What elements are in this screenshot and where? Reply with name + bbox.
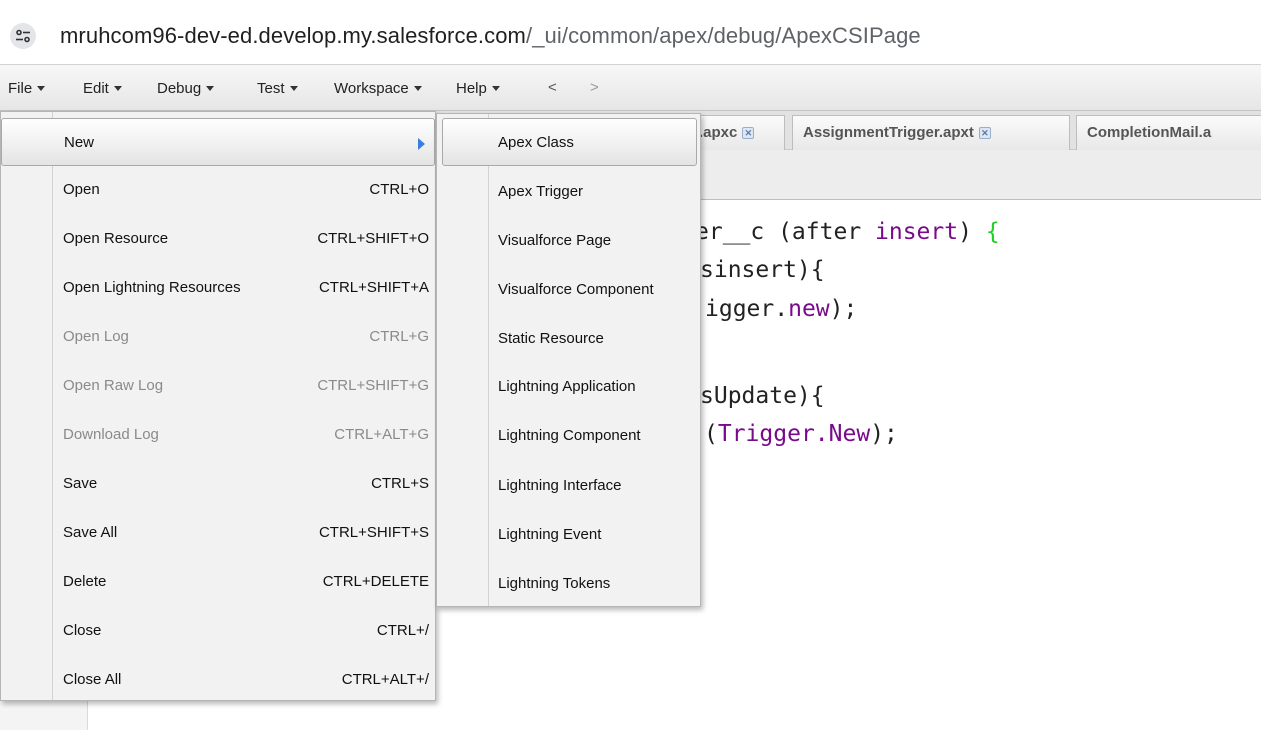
chevron-down-icon bbox=[113, 85, 122, 91]
menu-workspace-label: Workspace bbox=[334, 80, 409, 97]
submenu-item-lightning-event[interactable]: Lightning Event bbox=[437, 511, 700, 559]
menu-item-label: Lightning Event bbox=[498, 526, 602, 543]
site-settings-icon[interactable] bbox=[10, 23, 36, 49]
menu-item-label: Lightning Application bbox=[498, 378, 636, 395]
menu-item-shortcut: CTRL+SHIFT+O bbox=[317, 230, 429, 247]
tab-completion-mail[interactable]: CompletionMail.a bbox=[1076, 115, 1261, 150]
file-menu: New Open CTRL+O Open Resource CTRL+SHIFT… bbox=[0, 111, 436, 701]
menu-item-label: Visualforce Page bbox=[498, 232, 612, 249]
menu-file-label: File bbox=[8, 80, 33, 97]
menu-item-open[interactable]: Open CTRL+O bbox=[1, 166, 435, 214]
url-host: mruhcom96-dev-ed.develop.my.salesforce.c… bbox=[60, 23, 526, 48]
menu-item-new[interactable]: New bbox=[1, 118, 435, 166]
submenu-item-apex-trigger[interactable]: Apex Trigger bbox=[437, 168, 700, 216]
menu-item-label: New bbox=[64, 134, 95, 151]
menu-bar: File Edit Debug Test Workspace Help < > bbox=[0, 64, 1261, 111]
menu-item-label: Lightning Component bbox=[498, 427, 641, 444]
new-submenu: Apex Class Apex Trigger Visualforce Page… bbox=[436, 113, 701, 607]
tab-label: AssignmentTrigger.apxt bbox=[803, 124, 974, 141]
submenu-item-lightning-interface[interactable]: Lightning Interface bbox=[437, 462, 700, 510]
menu-item-label: Apex Class bbox=[498, 134, 574, 151]
menu-item-shortcut: CTRL+S bbox=[371, 475, 429, 492]
menu-item-label: Close All bbox=[63, 671, 122, 688]
menu-workspace[interactable]: Workspace bbox=[334, 80, 422, 97]
menu-item-label: Save bbox=[63, 475, 98, 492]
menu-item-delete[interactable]: Delete CTRL+DELETE bbox=[1, 558, 435, 606]
submenu-item-visualforce-page[interactable]: Visualforce Page bbox=[437, 217, 700, 265]
submenu-item-apex-class[interactable]: Apex Class bbox=[442, 118, 697, 166]
menu-item-label: Static Resource bbox=[498, 330, 604, 347]
menu-item-label: Lightning Interface bbox=[498, 477, 622, 494]
chevron-down-icon bbox=[206, 85, 215, 91]
menu-item-label: Lightning Tokens bbox=[498, 575, 611, 592]
menu-edit[interactable]: Edit bbox=[83, 80, 122, 97]
menu-item-label: Open bbox=[63, 181, 100, 198]
menu-item-shortcut: CTRL+ALT+/ bbox=[341, 671, 429, 688]
submenu-arrow-icon bbox=[418, 138, 425, 150]
menu-item-close[interactable]: Close CTRL+/ bbox=[1, 607, 435, 655]
tab-apxc[interactable]: .apxc ✕ bbox=[690, 115, 785, 150]
tab-label: CompletionMail.a bbox=[1087, 124, 1212, 141]
menu-test-label: Test bbox=[257, 80, 285, 97]
menu-item-shortcut: CTRL+SHIFT+G bbox=[317, 377, 429, 394]
code-line: sinsert){ bbox=[700, 257, 825, 283]
close-tab-icon[interactable]: ✕ bbox=[742, 127, 755, 139]
code-line: er__c (after insert) { bbox=[695, 219, 1000, 245]
menu-file[interactable]: File bbox=[8, 80, 46, 97]
menu-item-label: Visualforce Component bbox=[498, 281, 654, 298]
menu-item-label: Close bbox=[63, 622, 102, 639]
menu-item-shortcut: CTRL+G bbox=[369, 328, 429, 345]
menu-item-label: Open Resource bbox=[63, 230, 169, 247]
menu-help-label: Help bbox=[456, 80, 487, 97]
menu-item-shortcut: CTRL+SHIFT+S bbox=[318, 524, 429, 541]
submenu-item-lightning-application[interactable]: Lightning Application bbox=[437, 363, 700, 411]
menu-item-label: Apex Trigger bbox=[498, 183, 584, 200]
code-line: (Trigger.New); bbox=[704, 421, 898, 447]
nav-back-button[interactable]: < bbox=[548, 79, 557, 96]
menu-item-label: Save All bbox=[63, 524, 118, 541]
menu-item-save[interactable]: Save CTRL+S bbox=[1, 460, 435, 508]
address-bar[interactable]: mruhcom96-dev-ed.develop.my.salesforce.c… bbox=[0, 0, 1261, 64]
chevron-down-icon bbox=[491, 85, 500, 91]
menu-item-shortcut: CTRL+SHIFT+A bbox=[318, 279, 429, 296]
menu-debug-label: Debug bbox=[157, 80, 202, 97]
menu-item-label: Download Log bbox=[63, 426, 159, 443]
menu-item-open-lightning-resources[interactable]: Open Lightning Resources CTRL+SHIFT+A bbox=[1, 264, 435, 312]
menu-item-save-all[interactable]: Save All CTRL+SHIFT+S bbox=[1, 509, 435, 557]
code-line: igger.new); bbox=[705, 296, 858, 322]
menu-item-open-resource[interactable]: Open Resource CTRL+SHIFT+O bbox=[1, 215, 435, 263]
menu-item-open-raw-log: Open Raw Log CTRL+SHIFT+G bbox=[1, 362, 435, 410]
menu-item-shortcut: CTRL+O bbox=[369, 181, 429, 198]
close-tab-icon[interactable]: ✕ bbox=[978, 127, 991, 139]
chevron-down-icon bbox=[413, 85, 422, 91]
url-text[interactable]: mruhcom96-dev-ed.develop.my.salesforce.c… bbox=[60, 23, 921, 49]
chevron-down-icon bbox=[37, 85, 46, 91]
menu-item-shortcut: CTRL+DELETE bbox=[322, 573, 429, 590]
submenu-item-static-resource[interactable]: Static Resource bbox=[437, 315, 700, 363]
tab-assignment-trigger[interactable]: AssignmentTrigger.apxt ✕ bbox=[792, 115, 1070, 150]
menu-edit-label: Edit bbox=[83, 80, 109, 97]
menu-item-download-log: Download Log CTRL+ALT+G bbox=[1, 411, 435, 459]
chevron-down-icon bbox=[289, 85, 298, 91]
menu-debug[interactable]: Debug bbox=[157, 80, 215, 97]
menu-item-shortcut: CTRL+ALT+G bbox=[334, 426, 429, 443]
menu-test[interactable]: Test bbox=[257, 80, 298, 97]
menu-item-label: Open Lightning Resources bbox=[63, 279, 241, 296]
menu-item-shortcut: CTRL+/ bbox=[376, 622, 429, 639]
menu-item-label: Open Log bbox=[63, 328, 129, 345]
submenu-item-visualforce-component[interactable]: Visualforce Component bbox=[437, 266, 700, 314]
code-line: sUpdate){ bbox=[700, 383, 825, 409]
menu-item-open-log: Open Log CTRL+G bbox=[1, 313, 435, 361]
url-path: /_ui/common/apex/debug/ApexCSIPage bbox=[526, 23, 921, 48]
submenu-item-lightning-component[interactable]: Lightning Component bbox=[437, 412, 700, 460]
menu-item-label: Delete bbox=[63, 573, 107, 590]
menu-help[interactable]: Help bbox=[456, 80, 500, 97]
menu-item-label: Open Raw Log bbox=[63, 377, 164, 394]
tab-label: .apxc bbox=[699, 124, 738, 141]
nav-forward-button[interactable]: > bbox=[590, 79, 599, 96]
menu-item-close-all[interactable]: Close All CTRL+ALT+/ bbox=[1, 656, 435, 704]
submenu-item-lightning-tokens[interactable]: Lightning Tokens bbox=[437, 560, 700, 608]
